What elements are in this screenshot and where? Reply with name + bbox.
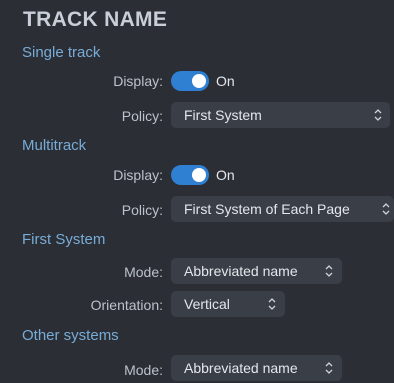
chevron-up-down-icon (268, 297, 276, 311)
multitrack-display-value: On (216, 167, 235, 183)
section-heading-other-systems: Other systems (22, 327, 119, 344)
other-systems-mode-value: Abbreviated name (184, 360, 298, 376)
first-system-mode-value: Abbreviated name (184, 263, 298, 279)
first-system-mode-label: Mode: (124, 264, 163, 280)
other-systems-mode-label: Mode: (124, 362, 163, 378)
first-system-orientation-value: Vertical (184, 296, 230, 312)
single-track-display-label: Display: (113, 73, 163, 89)
multitrack-policy-value: First System of Each Page (184, 201, 350, 217)
toggle-knob (192, 168, 206, 182)
multitrack-display-toggle[interactable] (171, 165, 209, 185)
single-track-display-toggle[interactable] (171, 71, 209, 91)
first-system-orientation-label: Orientation: (90, 297, 163, 313)
single-track-policy-value: First System (184, 107, 262, 123)
toggle-knob (192, 74, 206, 88)
single-track-policy-label: Policy: (121, 108, 163, 124)
section-heading-multitrack: Multitrack (22, 137, 87, 154)
section-heading-first-system: First System (22, 231, 106, 248)
track-name-panel: TRACK NAME Single track Display: On Poli… (0, 0, 394, 383)
first-system-orientation-select[interactable]: Vertical (171, 291, 285, 317)
panel-title: TRACK NAME (23, 8, 168, 31)
multitrack-policy-label: Policy: (121, 202, 163, 218)
multitrack-display-label: Display: (113, 167, 163, 183)
chevron-up-down-icon (374, 108, 382, 122)
section-heading-single-track: Single track (22, 44, 101, 61)
single-track-display-value: On (216, 73, 235, 89)
chevron-up-down-icon (382, 202, 390, 216)
chevron-up-down-icon (325, 361, 333, 375)
multitrack-policy-select[interactable]: First System of Each Page (171, 196, 394, 222)
single-track-policy-select[interactable]: First System (171, 102, 390, 128)
first-system-mode-select[interactable]: Abbreviated name (171, 258, 342, 284)
other-systems-mode-select[interactable]: Abbreviated name (171, 355, 342, 381)
chevron-up-down-icon (325, 264, 333, 278)
